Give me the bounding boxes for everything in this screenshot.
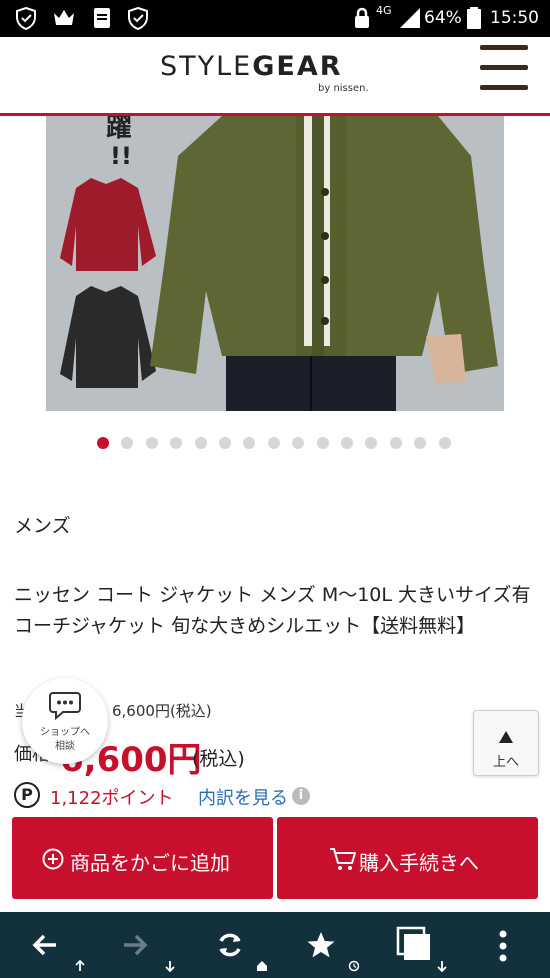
points-value: 1,122ポイント (50, 788, 174, 809)
logo-text-gear: GEAR (252, 51, 343, 82)
carousel-dot[interactable] (365, 437, 378, 449)
carousel-dot[interactable] (341, 437, 353, 449)
product-category: メンズ (14, 515, 71, 537)
svg-text:躍: 躍 (106, 116, 132, 143)
product-image[interactable]: 躍 !! (46, 116, 504, 411)
checkout-button[interactable]: 購入手続きへ (277, 817, 538, 899)
vpn-shield-icon (16, 6, 36, 30)
more-options-button[interactable] (480, 912, 540, 978)
chat-bubble-icon (49, 692, 81, 720)
battery-icon (467, 7, 481, 29)
info-icon[interactable]: i (292, 787, 310, 805)
browser-bottom-bar (0, 912, 550, 978)
refresh-icon (219, 933, 241, 957)
site-logo[interactable]: STYLEGEAR (160, 51, 343, 82)
price-tax-note: (税込) (192, 748, 245, 770)
arrow-right-icon (124, 934, 148, 956)
current-price-value: 6,600円(税込) (112, 702, 212, 720)
points-p-icon: P (14, 782, 40, 808)
more-vertical-icon (499, 930, 507, 962)
carousel-dot[interactable] (121, 437, 134, 449)
status-bar: 4G 64% 15:50 (0, 0, 550, 37)
add-to-cart-button[interactable]: 商品をかごに追加 (12, 817, 273, 899)
arrow-up-icon (499, 731, 513, 743)
logo-subtitle: by nissen. (318, 83, 369, 94)
signal-icon (400, 8, 420, 28)
arrow-left-icon (32, 934, 56, 956)
scroll-to-top-button[interactable]: 上へ (473, 710, 539, 776)
arrow-down-small-icon (437, 961, 447, 972)
carousel-dot[interactable] (316, 437, 329, 449)
points-row: P 1,122ポイント 内訳を見る i (14, 782, 414, 810)
arrow-down-small-icon (165, 961, 175, 972)
menu-bar-icon (480, 45, 528, 50)
clock: 15:50 (490, 8, 539, 28)
carousel-dot[interactable] (194, 437, 207, 449)
battery-percent: 64% (424, 8, 462, 28)
lock-icon (355, 7, 369, 28)
forward-button[interactable] (106, 912, 175, 978)
tabs-button[interactable] (386, 912, 447, 978)
carousel-dot[interactable] (145, 437, 158, 449)
carousel-dot[interactable] (219, 437, 231, 449)
back-button[interactable] (16, 912, 85, 978)
add-to-cart-label: 商品をかごに追加 (70, 851, 230, 875)
shield-check-icon (128, 6, 148, 30)
checkout-label: 購入手続きへ (359, 851, 479, 875)
carousel-dot[interactable] (292, 437, 305, 449)
carousel-dot[interactable] (243, 437, 256, 449)
svg-text:!!: !! (110, 142, 132, 170)
carousel-dot[interactable] (267, 437, 280, 449)
product-photo: 躍 !! (46, 116, 504, 411)
cart-icon (330, 848, 356, 870)
points-breakdown-link[interactable]: 内訳を見る (198, 784, 288, 810)
reload-button[interactable] (200, 912, 267, 978)
chat-label-line1: ショップへ (40, 727, 90, 738)
product-title: ニッセン コート ジャケット メンズ M〜10L 大きいサイズ有 コーチジャケッ… (14, 584, 531, 637)
carousel-dot[interactable] (438, 437, 451, 449)
carousel-dot[interactable] (389, 437, 402, 449)
hamburger-menu-button[interactable] (480, 45, 528, 95)
carousel-dot[interactable] (414, 437, 427, 449)
shop-chat-button[interactable]: ショップへ 相談 (22, 678, 108, 764)
network-type: 4G (376, 4, 392, 17)
menu-bar-icon (480, 85, 528, 90)
clock-small-icon (348, 960, 360, 972)
chat-label-line2: 相談 (55, 741, 75, 752)
arrow-up-small-icon (75, 960, 85, 971)
site-header: STYLEGEAR by nissen. (0, 37, 550, 113)
tabs-icon (396, 926, 430, 960)
shop-chat-label: ショップへ 相談 (22, 726, 108, 754)
star-icon (307, 932, 335, 958)
carousel-dot[interactable] (170, 437, 183, 449)
menu-bar-icon (480, 65, 528, 70)
carousel-dot-active[interactable] (97, 437, 109, 449)
logo-text-style: STYLE (160, 51, 253, 82)
bookmark-button[interactable] (290, 912, 360, 978)
plus-circle-icon (42, 848, 64, 870)
document-icon (94, 8, 110, 28)
home-small-icon (257, 961, 267, 971)
scroll-to-top-label: 上へ (492, 755, 519, 770)
crown-icon (54, 10, 74, 25)
